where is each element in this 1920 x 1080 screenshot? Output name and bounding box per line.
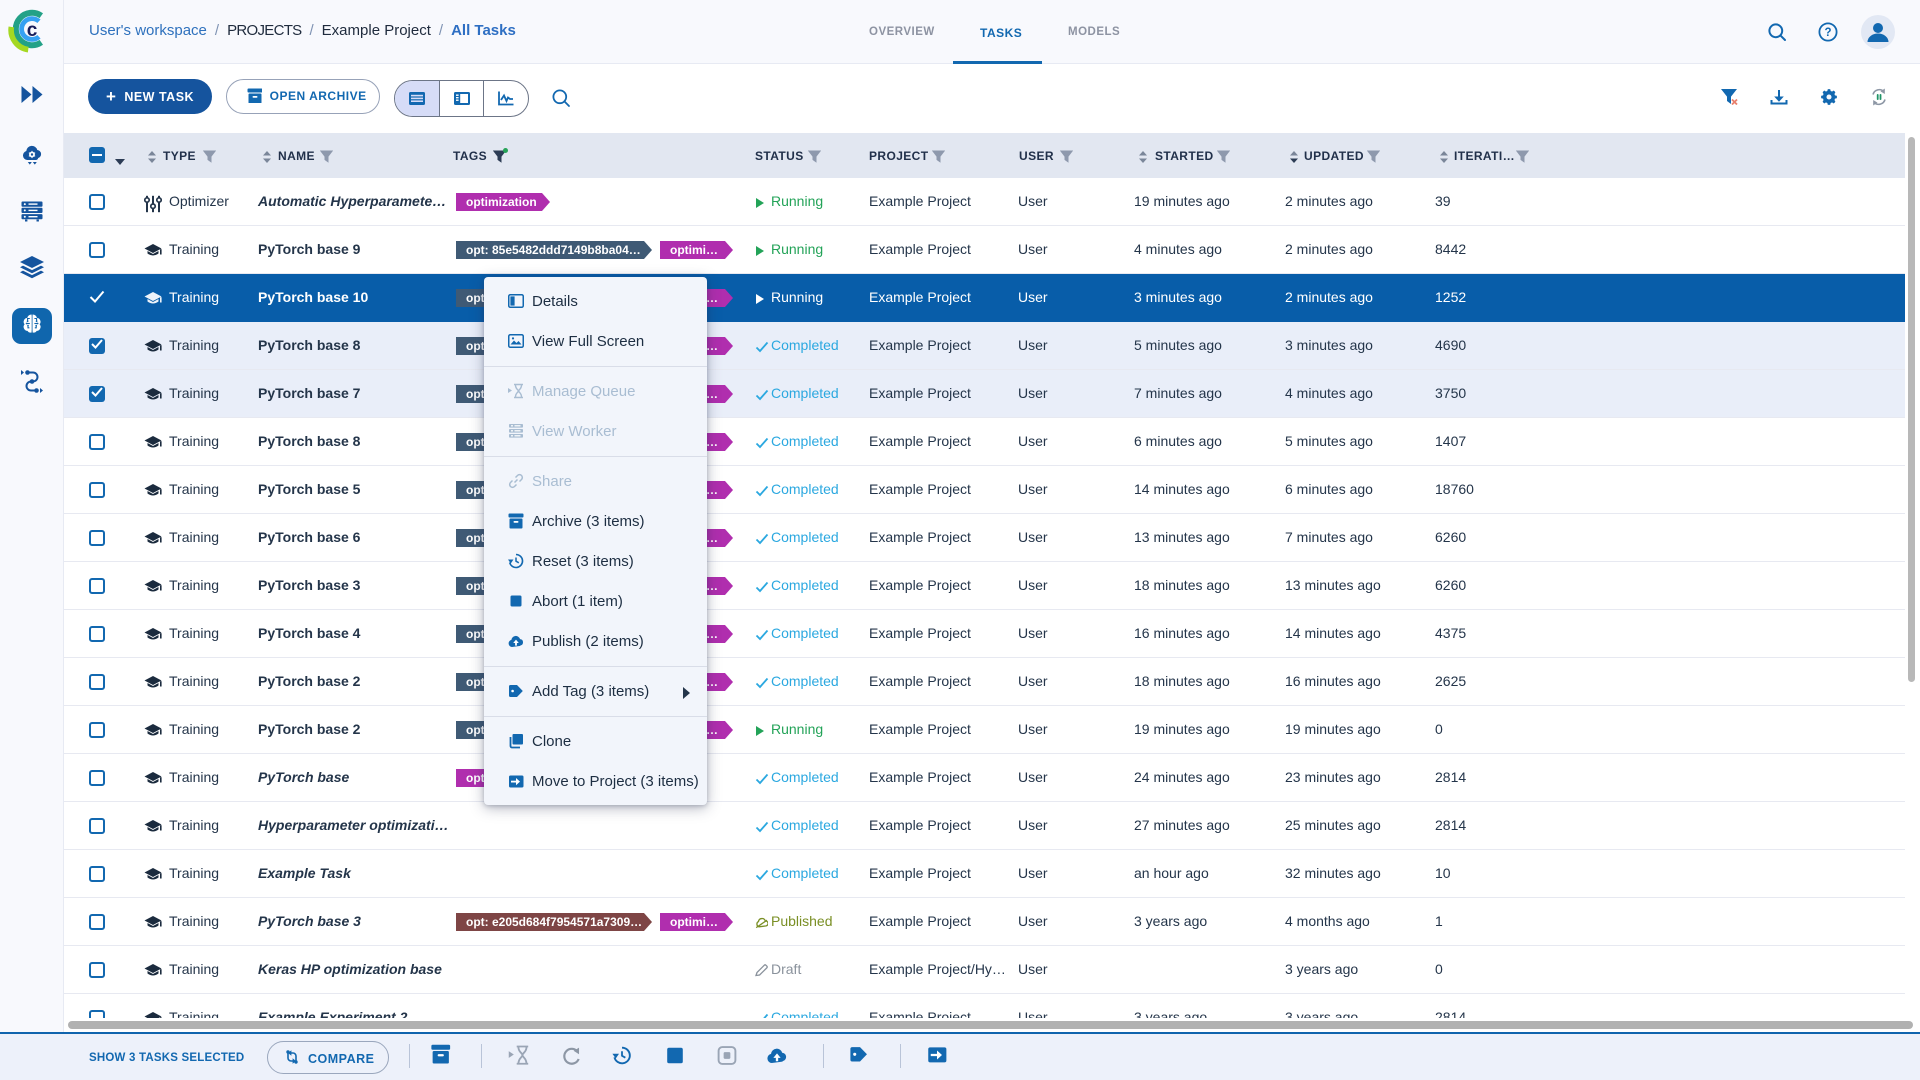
svg-text:c: c: [26, 20, 37, 41]
svg-text:?: ?: [1824, 27, 1831, 39]
